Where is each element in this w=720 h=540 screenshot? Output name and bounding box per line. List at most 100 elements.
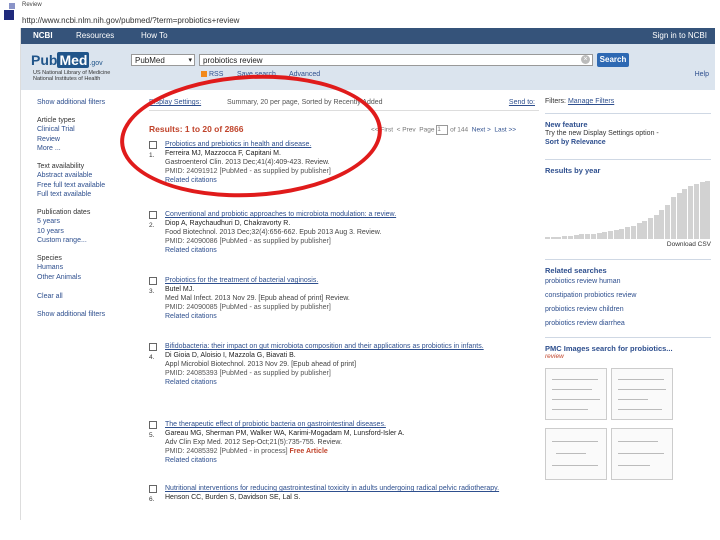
- year-bar[interactable]: [550, 236, 556, 239]
- year-bar[interactable]: [670, 197, 676, 239]
- result-title-link[interactable]: The therapeutic effect of probiotic bact…: [165, 420, 537, 429]
- sign-in-link[interactable]: Sign in to NCBI: [652, 31, 707, 40]
- help-link[interactable]: Help: [695, 71, 709, 78]
- related-search-link[interactable]: constipation probiotics review: [545, 289, 711, 303]
- display-settings-link[interactable]: Display Settings:: [149, 99, 201, 106]
- related-citations-link[interactable]: Related citations: [165, 246, 537, 255]
- year-bar[interactable]: [596, 233, 602, 239]
- result-checkbox[interactable]: [149, 421, 157, 429]
- right-column: Filters: Manage Filters New feature Try …: [545, 98, 711, 494]
- first-page-link[interactable]: << First: [371, 127, 393, 134]
- last-page-link[interactable]: Last >>: [494, 127, 516, 134]
- pagination: << First < Prev Page 1 of 144 Next > Las…: [371, 125, 516, 135]
- prev-page-link[interactable]: < Prev: [397, 127, 416, 134]
- year-bar[interactable]: [648, 218, 654, 239]
- show-additional-filters-bottom-link[interactable]: Show additional filters: [37, 310, 137, 320]
- filter-10-years[interactable]: 10 years: [37, 227, 137, 237]
- result-checkbox[interactable]: [149, 211, 157, 219]
- filter-free-full-text[interactable]: Free full text available: [37, 181, 137, 191]
- related-citations-link[interactable]: Related citations: [165, 312, 537, 321]
- results-by-year-chart[interactable]: Download CSV: [545, 179, 711, 255]
- result-pmid: PMID: 24091912 [PubMed - as supplied by …: [165, 168, 331, 175]
- year-bar[interactable]: [693, 183, 699, 239]
- year-bar[interactable]: [665, 205, 671, 239]
- search-input[interactable]: probiotics review: [199, 54, 593, 66]
- filter-review[interactable]: Review: [37, 135, 137, 145]
- result-title-link[interactable]: Bifidobacteria: their impact on gut micr…: [165, 342, 537, 351]
- free-article-link[interactable]: Free Article: [290, 448, 328, 455]
- year-bar[interactable]: [545, 237, 551, 239]
- year-bar[interactable]: [567, 235, 573, 239]
- year-bar[interactable]: [699, 182, 705, 239]
- slide-bullet-square: [4, 10, 14, 20]
- search-button[interactable]: Search: [597, 53, 629, 67]
- year-bar[interactable]: [659, 210, 665, 239]
- filter-other-animals[interactable]: Other Animals: [37, 273, 137, 283]
- new-feature-title: New feature: [545, 120, 588, 129]
- related-search-link[interactable]: probiotics review human: [545, 275, 711, 289]
- send-to-menu[interactable]: Send to:: [509, 99, 535, 106]
- result-checkbox[interactable]: [149, 485, 157, 493]
- page-number-input[interactable]: 1: [436, 125, 449, 135]
- advanced-search-link[interactable]: Advanced: [289, 71, 320, 78]
- related-citations-link[interactable]: Related citations: [165, 176, 537, 185]
- ncbi-logo[interactable]: NCBI: [33, 31, 53, 40]
- related-search-link[interactable]: probiotics review children: [545, 303, 711, 317]
- year-bar[interactable]: [573, 234, 579, 239]
- filter-humans[interactable]: Humans: [37, 263, 137, 273]
- filter-abstract[interactable]: Abstract available: [37, 171, 137, 181]
- year-bar[interactable]: [630, 225, 636, 239]
- result-title-link[interactable]: Conventional and probiotic approaches to…: [165, 210, 537, 219]
- show-additional-filters-link[interactable]: Show additional filters: [37, 98, 137, 108]
- filter-5-years[interactable]: 5 years: [37, 217, 137, 227]
- results-count: Results: 1 to 20 of 2866: [149, 124, 244, 134]
- year-bar[interactable]: [682, 189, 688, 239]
- filter-custom-range[interactable]: Custom range...: [37, 236, 137, 246]
- clear-all-link[interactable]: Clear all: [37, 292, 137, 302]
- year-bar[interactable]: [636, 223, 642, 239]
- year-bar[interactable]: [625, 227, 631, 239]
- sort-by-relevance-link[interactable]: Sort by Relevance: [545, 138, 711, 147]
- result-checkbox[interactable]: [149, 277, 157, 285]
- database-select[interactable]: PubMed ▾: [131, 54, 195, 66]
- filter-full-text[interactable]: Full text available: [37, 190, 137, 200]
- resources-menu[interactable]: Resources: [76, 31, 114, 40]
- filter-clinical-trial[interactable]: Clinical Trial: [37, 125, 137, 135]
- result-checkbox[interactable]: [149, 343, 157, 351]
- result-title-link[interactable]: Probiotics for the treatment of bacteria…: [165, 276, 537, 285]
- result-title-link[interactable]: Probiotics and prebiotics in health and …: [165, 140, 537, 149]
- filter-more-types[interactable]: More ...: [37, 144, 137, 154]
- pubmed-logo[interactable]: Pub Med .gov: [31, 52, 103, 68]
- pmc-thumbnail[interactable]: [611, 368, 673, 420]
- year-bar[interactable]: [705, 181, 711, 239]
- result-title-link[interactable]: Nutritional interventions for reducing g…: [165, 484, 537, 493]
- year-bar[interactable]: [556, 236, 562, 239]
- year-bar[interactable]: [676, 192, 682, 239]
- pmc-thumbnail[interactable]: [545, 368, 607, 420]
- year-bar[interactable]: [602, 232, 608, 239]
- pmc-thumbnail[interactable]: [545, 428, 607, 480]
- year-bar[interactable]: [642, 221, 648, 239]
- pmc-thumbnail[interactable]: [611, 428, 673, 480]
- pmc-images-title[interactable]: PMC Images search for probiotics...: [545, 344, 711, 353]
- year-bar[interactable]: [585, 234, 591, 239]
- clear-search-icon[interactable]: ×: [581, 55, 590, 64]
- how-to-menu[interactable]: How To: [141, 31, 168, 40]
- year-bar[interactable]: [619, 228, 625, 239]
- year-bar[interactable]: [653, 214, 659, 239]
- year-bar[interactable]: [562, 236, 568, 239]
- manage-filters-link[interactable]: Manage Filters: [568, 98, 614, 105]
- year-bar[interactable]: [607, 230, 613, 239]
- related-search-link[interactable]: probiotics review diarrhea: [545, 317, 711, 331]
- year-bar[interactable]: [579, 234, 585, 239]
- rss-link[interactable]: RSS: [201, 71, 223, 78]
- related-citations-link[interactable]: Related citations: [165, 378, 537, 387]
- download-csv-link[interactable]: Download CSV: [667, 241, 711, 248]
- result-checkbox[interactable]: [149, 141, 157, 149]
- year-bar[interactable]: [688, 186, 694, 239]
- year-bar[interactable]: [590, 233, 596, 239]
- next-page-link[interactable]: Next >: [472, 127, 491, 134]
- year-bar[interactable]: [613, 229, 619, 239]
- related-citations-link[interactable]: Related citations: [165, 456, 537, 465]
- save-search-link[interactable]: Save search: [237, 71, 276, 78]
